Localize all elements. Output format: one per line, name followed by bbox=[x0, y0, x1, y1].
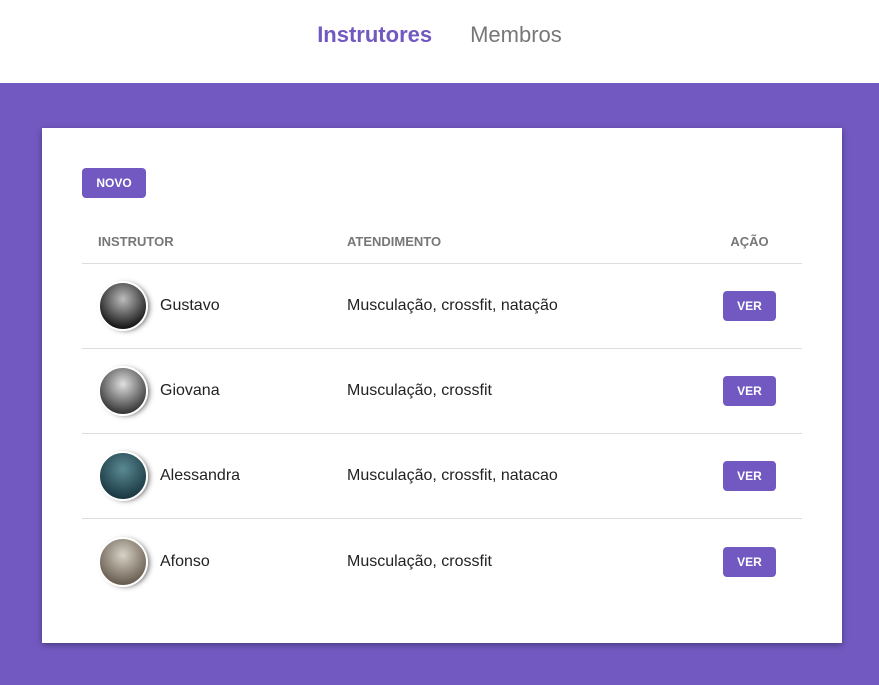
new-instructor-button[interactable]: Novo bbox=[82, 168, 146, 198]
action-cell: Ver bbox=[697, 546, 802, 577]
instructors-card: Novo Instrutor Atendimento Ação Gustavo … bbox=[42, 128, 842, 643]
instructors-table: Instrutor Atendimento Ação Gustavo Muscu… bbox=[82, 220, 802, 604]
top-nav: Instrutores Membros bbox=[0, 0, 879, 83]
header-action: Ação bbox=[730, 234, 769, 249]
table-row: Alessandra Musculação, crossfit, natacao… bbox=[82, 434, 802, 519]
header-instructor: Instrutor bbox=[98, 234, 174, 249]
table-row: Gustavo Musculação, crossfit, natação Ve… bbox=[82, 264, 802, 349]
instructor-cell: Afonso bbox=[82, 536, 347, 587]
instructor-name: Giovana bbox=[160, 382, 220, 399]
action-cell: Ver bbox=[697, 376, 802, 406]
table-header: Instrutor Atendimento Ação bbox=[82, 220, 802, 264]
instructor-name: Afonso bbox=[160, 552, 210, 570]
avatar bbox=[98, 281, 148, 331]
table-row: Afonso Musculação, crossfit Ver bbox=[82, 519, 802, 604]
view-button[interactable]: Ver bbox=[723, 376, 776, 406]
instructor-cell: Alessandra bbox=[82, 451, 347, 501]
view-button[interactable]: Ver bbox=[723, 546, 776, 577]
service-cell: Musculação, crossfit bbox=[347, 382, 492, 399]
avatar bbox=[98, 366, 148, 416]
action-cell: Ver bbox=[697, 461, 802, 491]
service-cell: Musculação, crossfit, natação bbox=[347, 297, 558, 314]
nav-link-members[interactable]: Membros bbox=[470, 22, 562, 48]
instructor-cell: Gustavo bbox=[82, 281, 347, 331]
table-row: Giovana Musculação, crossfit Ver bbox=[82, 349, 802, 434]
service-cell: Musculação, crossfit, natacao bbox=[347, 467, 558, 484]
view-button[interactable]: Ver bbox=[723, 461, 776, 491]
avatar bbox=[98, 451, 148, 501]
instructor-name: Alessandra bbox=[160, 467, 241, 484]
header-service: Atendimento bbox=[347, 234, 442, 249]
instructor-name: Gustavo bbox=[160, 297, 220, 314]
avatar bbox=[98, 536, 148, 587]
action-cell: Ver bbox=[697, 291, 802, 321]
nav-link-instructors[interactable]: Instrutores bbox=[317, 22, 432, 48]
view-button[interactable]: Ver bbox=[723, 291, 776, 321]
instructor-cell: Giovana bbox=[82, 366, 347, 416]
service-cell: Musculação, crossfit bbox=[347, 552, 492, 570]
